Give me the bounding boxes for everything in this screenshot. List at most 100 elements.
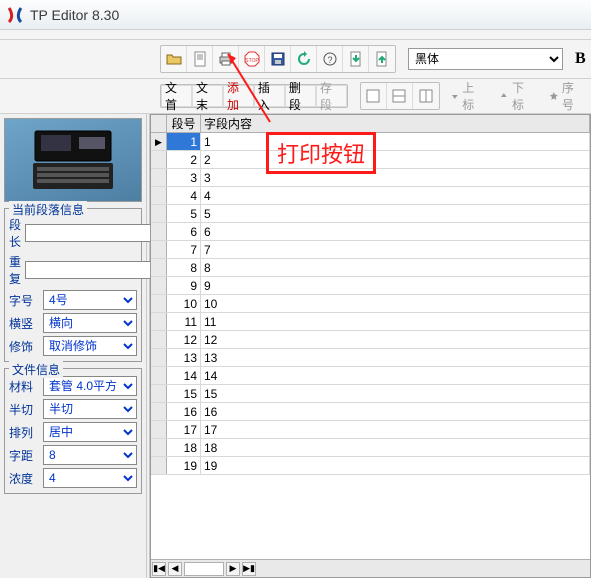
row-handle[interactable] xyxy=(151,259,167,276)
cell-seg[interactable]: 6 xyxy=(167,223,201,240)
orientation-select[interactable]: 横向 xyxy=(43,313,137,333)
alignment-select[interactable]: 居中 xyxy=(43,422,137,442)
save-button[interactable] xyxy=(265,46,291,72)
row-handle[interactable] xyxy=(151,349,167,366)
font-family-select[interactable]: 黑体 xyxy=(408,48,563,70)
cell-content[interactable]: 11 xyxy=(201,313,590,330)
col-header-content[interactable]: 字段内容 xyxy=(201,115,590,132)
cell-seg[interactable]: 2 xyxy=(167,151,201,168)
cell-seg[interactable]: 19 xyxy=(167,457,201,474)
table-row[interactable]: 1717 xyxy=(151,421,590,439)
cell-content[interactable]: 18 xyxy=(201,439,590,456)
doc-start-button[interactable]: 文首 xyxy=(161,85,192,107)
cell-content[interactable]: 1 xyxy=(201,133,590,150)
table-row[interactable]: 1111 xyxy=(151,313,590,331)
cell-content[interactable]: 6 xyxy=(201,223,590,240)
cell-seg[interactable]: 7 xyxy=(167,241,201,258)
row-handle[interactable] xyxy=(151,439,167,456)
cell-content[interactable]: 5 xyxy=(201,205,590,222)
row-handle[interactable] xyxy=(151,313,167,330)
cell-seg[interactable]: 5 xyxy=(167,205,201,222)
cell-seg[interactable]: 9 xyxy=(167,277,201,294)
material-select[interactable]: 套管 4.0平方 xyxy=(43,376,137,396)
open-button[interactable] xyxy=(161,46,187,72)
delete-seg-button[interactable]: 删段 xyxy=(285,85,316,107)
halfcut-select[interactable]: 半切 xyxy=(43,399,137,419)
cell-seg[interactable]: 10 xyxy=(167,295,201,312)
cell-content[interactable]: 10 xyxy=(201,295,590,312)
cell-content[interactable]: 13 xyxy=(201,349,590,366)
import-button[interactable] xyxy=(343,46,369,72)
nav-scroll-track[interactable] xyxy=(184,562,224,576)
table-row[interactable]: 1515 xyxy=(151,385,590,403)
row-handle[interactable] xyxy=(151,133,167,150)
bold-button[interactable]: B xyxy=(575,50,586,68)
cell-content[interactable]: 12 xyxy=(201,331,590,348)
table-row[interactable]: 88 xyxy=(151,259,590,277)
template-3-button[interactable] xyxy=(413,83,439,109)
stop-button[interactable]: STOP xyxy=(239,46,265,72)
cell-content[interactable]: 16 xyxy=(201,403,590,420)
decoration-select[interactable]: 取消修饰 xyxy=(43,336,137,356)
cell-seg[interactable]: 1 xyxy=(167,133,201,150)
table-row[interactable]: 55 xyxy=(151,205,590,223)
row-handle[interactable] xyxy=(151,367,167,384)
table-row[interactable]: 66 xyxy=(151,223,590,241)
insert-button[interactable]: 插入 xyxy=(254,85,285,107)
nav-prev-button[interactable]: ◀ xyxy=(168,562,182,576)
cell-seg[interactable]: 11 xyxy=(167,313,201,330)
table-row[interactable]: 33 xyxy=(151,169,590,187)
table-row[interactable]: 1010 xyxy=(151,295,590,313)
cell-content[interactable]: 9 xyxy=(201,277,590,294)
nav-first-button[interactable]: ▮◀ xyxy=(152,562,166,576)
cell-seg[interactable]: 13 xyxy=(167,349,201,366)
cell-content[interactable]: 7 xyxy=(201,241,590,258)
row-handle[interactable] xyxy=(151,187,167,204)
cell-content[interactable]: 4 xyxy=(201,187,590,204)
cell-content[interactable]: 8 xyxy=(201,259,590,276)
row-handle[interactable] xyxy=(151,205,167,222)
help-button[interactable]: ? xyxy=(317,46,343,72)
new-button[interactable] xyxy=(187,46,213,72)
doc-end-button[interactable]: 文末 xyxy=(192,85,223,107)
fontsize-select[interactable]: 4号 xyxy=(43,290,137,310)
subscript-button[interactable]: 下标 xyxy=(493,85,541,107)
cell-seg[interactable]: 16 xyxy=(167,403,201,420)
cell-seg[interactable]: 8 xyxy=(167,259,201,276)
table-row[interactable]: 11 xyxy=(151,133,590,151)
refresh-button[interactable] xyxy=(291,46,317,72)
row-handle[interactable] xyxy=(151,277,167,294)
row-handle[interactable] xyxy=(151,421,167,438)
template-2-button[interactable] xyxy=(387,83,413,109)
add-button[interactable]: 添加 xyxy=(223,85,254,107)
col-header-seg[interactable]: 段号 xyxy=(167,115,201,132)
table-row[interactable]: 44 xyxy=(151,187,590,205)
spacing-select[interactable]: 8 xyxy=(43,445,137,465)
row-handle[interactable] xyxy=(151,223,167,240)
cell-content[interactable]: 19 xyxy=(201,457,590,474)
cell-content[interactable]: 2 xyxy=(201,151,590,168)
cell-content[interactable]: 14 xyxy=(201,367,590,384)
table-row[interactable]: 1616 xyxy=(151,403,590,421)
cell-seg[interactable]: 17 xyxy=(167,421,201,438)
cell-content[interactable]: 17 xyxy=(201,421,590,438)
table-row[interactable]: 77 xyxy=(151,241,590,259)
table-row[interactable]: 22 xyxy=(151,151,590,169)
table-row[interactable]: 99 xyxy=(151,277,590,295)
superscript-button[interactable]: 上标 xyxy=(444,85,492,107)
cell-seg[interactable]: 3 xyxy=(167,169,201,186)
cell-seg[interactable]: 15 xyxy=(167,385,201,402)
cell-seg[interactable]: 14 xyxy=(167,367,201,384)
row-handle[interactable] xyxy=(151,331,167,348)
template-1-button[interactable] xyxy=(361,83,387,109)
table-row[interactable]: 1818 xyxy=(151,439,590,457)
print-button[interactable] xyxy=(213,46,239,72)
sequence-button[interactable]: 序号 xyxy=(543,85,591,107)
row-handle[interactable] xyxy=(151,295,167,312)
cell-content[interactable]: 15 xyxy=(201,385,590,402)
cell-content[interactable]: 3 xyxy=(201,169,590,186)
density-select[interactable]: 4 xyxy=(43,468,137,488)
save-seg-button[interactable]: 存段 xyxy=(316,85,347,107)
table-row[interactable]: 1313 xyxy=(151,349,590,367)
row-handle[interactable] xyxy=(151,385,167,402)
